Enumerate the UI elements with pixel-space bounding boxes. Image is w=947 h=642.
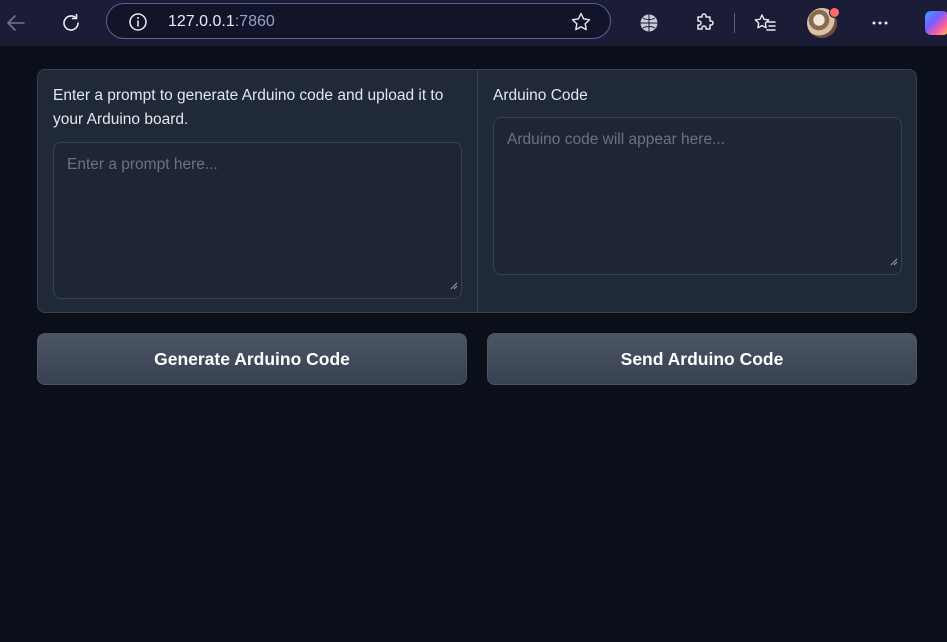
globe-icon[interactable] [638,12,660,34]
reload-icon[interactable] [59,11,83,35]
browser-toolbar: 127.0.0.1:7860 [0,0,947,46]
favorites-icon[interactable] [753,11,777,35]
prompt-placeholder: Enter a prompt here... [67,156,218,173]
info-icon[interactable] [127,11,149,33]
code-textarea[interactable]: Arduino code will appear here... [493,117,902,275]
url-host: 127.0.0.1 [168,13,235,30]
toolbar-separator [734,13,735,33]
code-placeholder: Arduino code will appear here... [507,131,725,148]
prompt-textarea[interactable]: Enter a prompt here... [53,142,462,299]
generate-code-button[interactable]: Generate Arduino Code [37,333,467,385]
copilot-icon[interactable] [925,11,947,35]
url-port: :7860 [234,13,275,30]
address-bar[interactable]: 127.0.0.1:7860 [106,3,611,39]
extensions-puzzle-icon[interactable] [693,11,717,35]
back-arrow-icon[interactable] [4,11,28,35]
more-menu-icon[interactable] [868,11,892,35]
resize-grip-icon[interactable] [890,253,898,271]
prompt-label: Enter a prompt to generate Arduino code … [53,87,444,128]
code-label: Arduino Code [493,87,588,104]
column-divider [477,70,478,312]
io-panel: Enter a prompt to generate Arduino code … [37,69,917,313]
send-code-button[interactable]: Send Arduino Code [487,333,917,385]
favorite-star-icon[interactable] [570,11,592,33]
resize-grip-icon[interactable] [450,277,458,295]
notification-dot [829,7,840,18]
url-text: 127.0.0.1:7860 [168,13,275,31]
